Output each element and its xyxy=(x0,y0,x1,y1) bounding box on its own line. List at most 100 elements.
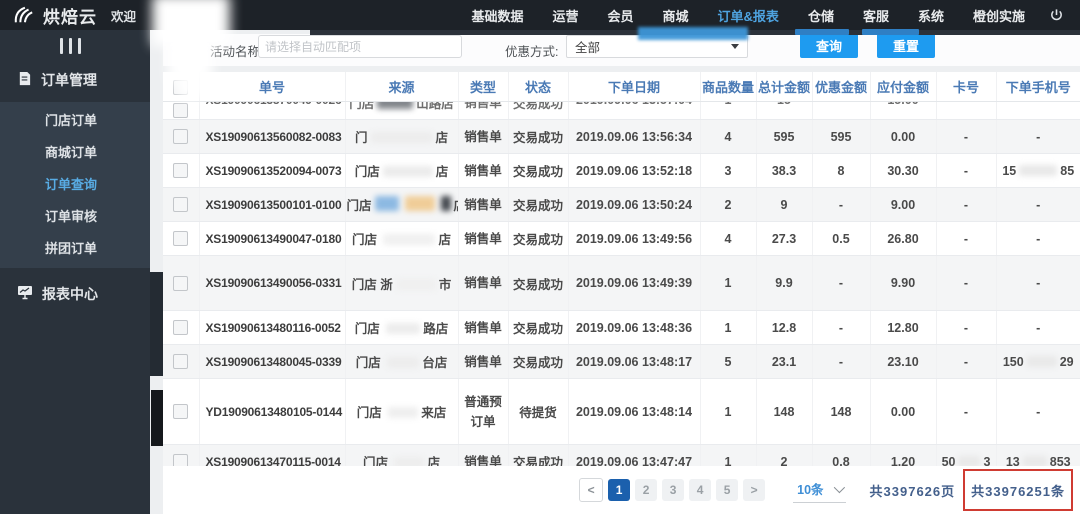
search-button[interactable]: 查询 xyxy=(800,33,858,58)
row-checkbox[interactable] xyxy=(173,354,189,370)
nav-item-基础数据[interactable]: 基础数据 xyxy=(471,6,523,25)
row-checkbox[interactable] xyxy=(173,454,189,466)
table-row: XS19090613490056-0331 门店 浙市销售单 交易成功 2019.09… xyxy=(163,255,1080,311)
cell: 9 xyxy=(756,187,813,222)
cell: 销售单 xyxy=(458,255,509,311)
total-records-highlight-box: 共33976251条 xyxy=(963,469,1073,511)
column-header-下单日期: 下单日期 xyxy=(568,72,701,102)
cell: 普通预订单 xyxy=(458,378,509,445)
cell: 2019.09.06 13:57:04 xyxy=(568,101,701,120)
nav-item-商城[interactable]: 商城 xyxy=(663,6,689,25)
redacted-text xyxy=(387,357,420,368)
cell: 销售单 xyxy=(458,119,509,154)
cell: 0.00 xyxy=(870,119,937,154)
sidebar-collapse-icon[interactable] xyxy=(0,30,150,54)
cell: - xyxy=(812,310,871,345)
table-row: XS19090613500101-0100门店店销售单交易成功2019.09.0… xyxy=(163,187,1080,222)
sidebar: 订单管理 门店订单 商城订单 订单查询 订单审核 拼团订单 报表中心 xyxy=(0,30,150,514)
cell: XS19090613520094-0073 xyxy=(199,153,346,188)
page-1-button[interactable]: 1 xyxy=(608,479,631,501)
nav-item-橙创实施[interactable]: 橙创实施 xyxy=(973,6,1025,25)
row-checkbox[interactable] xyxy=(173,404,189,420)
cell: - xyxy=(812,255,871,311)
sidebar-item-订单查询[interactable]: 订单查询 xyxy=(0,169,150,201)
page-2-button[interactable]: 2 xyxy=(635,479,658,501)
redacted-text xyxy=(1022,455,1047,466)
sidebar-item-订单审核[interactable]: 订单审核 xyxy=(0,201,150,233)
row-checkbox[interactable] xyxy=(173,275,189,291)
cell: 销售单 xyxy=(458,344,509,379)
cell: - xyxy=(812,101,871,120)
cell: 门店店 xyxy=(345,187,459,222)
page-size-select[interactable]: 10条 xyxy=(793,477,846,503)
page-4-button[interactable]: 4 xyxy=(689,479,712,501)
cell: XS19090613480116-0052 xyxy=(199,310,346,345)
nav-item-仓储[interactable]: 仓储 xyxy=(808,6,834,25)
cell: 2019.09.06 13:49:56 xyxy=(568,221,701,256)
cell: 门店 路店 xyxy=(345,310,459,345)
cell: 148 xyxy=(812,378,871,445)
redacted-text xyxy=(382,166,433,177)
cell: 1 xyxy=(700,101,757,120)
reset-button[interactable]: 重置 xyxy=(877,33,935,58)
cell: - xyxy=(812,187,871,222)
cell: - xyxy=(936,187,997,222)
column-header-卡号: 卡号 xyxy=(936,72,997,102)
nav-item-客服[interactable]: 客服 xyxy=(863,6,889,25)
cell: 9.00 xyxy=(870,187,937,222)
cell: 30.30 xyxy=(870,153,937,188)
page-3-button[interactable]: 3 xyxy=(662,479,685,501)
column-header-总计金额: 总计金额 xyxy=(756,72,813,102)
table-row: XS19090613480116-0052 门店 路店 销售单 交易成功 2019.09… xyxy=(163,310,1080,345)
app-title: 烘焙云 xyxy=(43,7,97,27)
cell: XS19090613500101-0100 xyxy=(199,187,346,222)
sidebar-item-商城订单[interactable]: 商城订单 xyxy=(0,137,150,169)
cell: 2019.09.06 13:48:17 xyxy=(568,344,701,379)
cell: 交易成功 xyxy=(508,444,569,466)
cell: 2 xyxy=(700,187,757,222)
cell: 交易成功 xyxy=(508,119,569,154)
orders-table: 单号来源类型状态下单日期商品数量总计金额优惠金额应付金额卡号下单手机号 XS19… xyxy=(163,72,1080,466)
row-checkbox[interactable] xyxy=(173,197,189,213)
cell: 2019.09.06 13:52:18 xyxy=(568,153,701,188)
nav-item-订单&报表[interactable]: 订单&报表 xyxy=(718,6,779,25)
row-checkbox[interactable] xyxy=(173,320,189,336)
cell: XS19090613570049-0026 xyxy=(199,101,346,120)
next-page-button[interactable]: > xyxy=(743,479,766,501)
cell: 2 xyxy=(756,444,813,466)
logout-power-button[interactable] xyxy=(1049,8,1064,23)
sidebar-item-门店订单[interactable]: 门店订单 xyxy=(0,105,150,137)
page-size-value: 10条 xyxy=(797,483,824,497)
cell: 13 853 xyxy=(996,444,1080,466)
row-checkbox[interactable] xyxy=(173,231,189,247)
prev-page-button[interactable]: < xyxy=(579,478,604,502)
cell: 0.8 xyxy=(812,444,871,466)
cell: 3 xyxy=(700,153,757,188)
cell: 15.00 xyxy=(870,101,937,120)
redacted-text xyxy=(1019,164,1058,176)
cell: - xyxy=(936,221,997,256)
cell: 8 xyxy=(812,153,871,188)
chevron-down-icon xyxy=(731,44,739,49)
sidebar-group-订单管理[interactable]: 订单管理 xyxy=(0,54,150,102)
cell: - xyxy=(936,310,997,345)
sidebar-group-报表中心[interactable]: 报表中心 xyxy=(0,268,150,316)
row-checkbox[interactable] xyxy=(173,129,189,145)
activity-name-input[interactable] xyxy=(258,35,462,58)
cell: 门店店 xyxy=(345,153,459,188)
cell: 23.1 xyxy=(756,344,813,379)
row-checkbox[interactable] xyxy=(173,163,189,179)
sidebar-item-拼团订单[interactable]: 拼团订单 xyxy=(0,233,150,265)
row-checkbox[interactable] xyxy=(173,103,189,119)
redaction-blue-patch xyxy=(638,27,748,40)
nav-item-会员[interactable]: 会员 xyxy=(608,6,634,25)
total-records-text: 共33976251条 xyxy=(971,483,1065,499)
redaction-bar xyxy=(151,390,163,446)
cell: 595 xyxy=(756,119,813,154)
cell: 销售单 xyxy=(458,310,509,345)
nav-item-运营[interactable]: 运营 xyxy=(553,6,579,25)
cell: 4 xyxy=(700,119,757,154)
column-header-来源: 来源 xyxy=(345,72,459,102)
page-5-button[interactable]: 5 xyxy=(716,479,739,501)
nav-item-系统[interactable]: 系统 xyxy=(918,6,944,25)
